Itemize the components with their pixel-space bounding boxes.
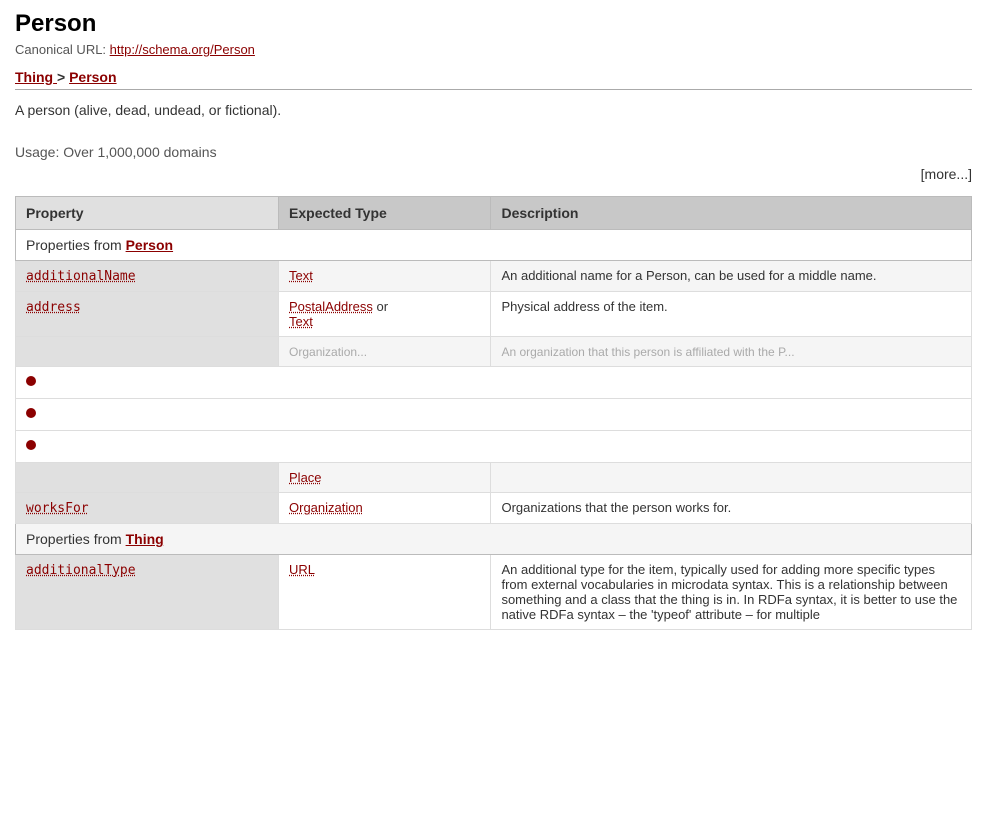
dot-cell-3	[16, 431, 972, 463]
type-cell-partial2: Place	[279, 463, 491, 493]
table-row: additionalName Text An additional name f…	[16, 261, 972, 292]
section-link-person[interactable]: Person	[126, 237, 173, 253]
desc-cell-additionalname: An additional name for a Person, can be …	[491, 261, 972, 292]
table-row-partial: Organization... An organization that thi…	[16, 337, 972, 367]
col-header-expected-type: Expected Type	[279, 197, 491, 230]
desc-cell-additionaltype: An additional type for the item, typical…	[491, 555, 972, 630]
table-row: address PostalAddress or Text Physical a…	[16, 292, 972, 337]
desc-cell-partial2	[491, 463, 972, 493]
property-cell-worksfor: worksFor	[16, 493, 279, 524]
property-link-additionalname[interactable]: additionalName	[26, 269, 136, 284]
section-link-thing[interactable]: Thing	[126, 531, 164, 547]
dot-cell-1	[16, 367, 972, 399]
desc-cell-worksfor: Organizations that the person works for.	[491, 493, 972, 524]
breadcrumb-current[interactable]: Person	[69, 69, 116, 85]
type-link-organization[interactable]: Organization	[289, 500, 363, 515]
dot-icon-1	[26, 376, 36, 386]
dots-row-2	[16, 399, 972, 431]
section-header-person: Properties from Person	[16, 230, 972, 261]
dot-icon-3	[26, 440, 36, 450]
property-cell-address: address	[16, 292, 279, 337]
table-row-additionaltype: additionalType URL An additional type fo…	[16, 555, 972, 630]
property-cell-partial	[16, 337, 279, 367]
type-cell-address: PostalAddress or Text	[279, 292, 491, 337]
page-title: Person	[15, 10, 972, 38]
canonical-url-line: Canonical URL: http://schema.org/Person	[15, 42, 972, 57]
property-link-address[interactable]: address	[26, 300, 81, 315]
type-link-text-1[interactable]: Text	[289, 268, 313, 283]
dots-row-3	[16, 431, 972, 463]
table-row-worksfor: worksFor Organization Organizations that…	[16, 493, 972, 524]
type-cell-additionalname: Text	[279, 261, 491, 292]
col-header-property: Property	[16, 197, 279, 230]
property-link-worksfor[interactable]: worksFor	[26, 501, 89, 516]
table-row-partial2: Place	[16, 463, 972, 493]
properties-table: Property Expected Type Description Prope…	[15, 196, 972, 630]
type-cell-worksfor: Organization	[279, 493, 491, 524]
property-cell-additionaltype: additionalType	[16, 555, 279, 630]
breadcrumb-parent[interactable]: Thing	[15, 69, 57, 85]
type-link-text-2[interactable]: Text	[289, 314, 313, 329]
property-link-additionaltype[interactable]: additionalType	[26, 563, 136, 578]
type-description: A person (alive, dead, undead, or fictio…	[15, 102, 972, 118]
type-link-url[interactable]: URL	[289, 562, 315, 577]
type-cell-partial: Organization...	[279, 337, 491, 367]
usage-stat: Usage: Over 1,000,000 domains	[15, 144, 972, 160]
section-label-person: Properties from	[26, 237, 126, 253]
desc-cell-partial: An organization that this person is affi…	[491, 337, 972, 367]
type-link-postaladdress[interactable]: PostalAddress	[289, 299, 373, 314]
property-cell-partial2	[16, 463, 279, 493]
type-cell-additionaltype: URL	[279, 555, 491, 630]
section-header-thing: Properties from Thing	[16, 524, 972, 555]
canonical-label: Canonical URL:	[15, 42, 106, 57]
section-label-thing: Properties from	[26, 531, 126, 547]
breadcrumb-separator: >	[57, 69, 69, 85]
desc-cell-address: Physical address of the item.	[491, 292, 972, 337]
dot-icon-2	[26, 408, 36, 418]
more-link[interactable]: [more...]	[15, 166, 972, 182]
dots-row-1	[16, 367, 972, 399]
canonical-url-link[interactable]: http://schema.org/Person	[110, 42, 255, 57]
property-cell-additionalname: additionalName	[16, 261, 279, 292]
breadcrumb: Thing > Person	[15, 69, 972, 90]
type-or-separator: or	[376, 299, 388, 314]
dot-cell-2	[16, 399, 972, 431]
col-header-description: Description	[491, 197, 972, 230]
